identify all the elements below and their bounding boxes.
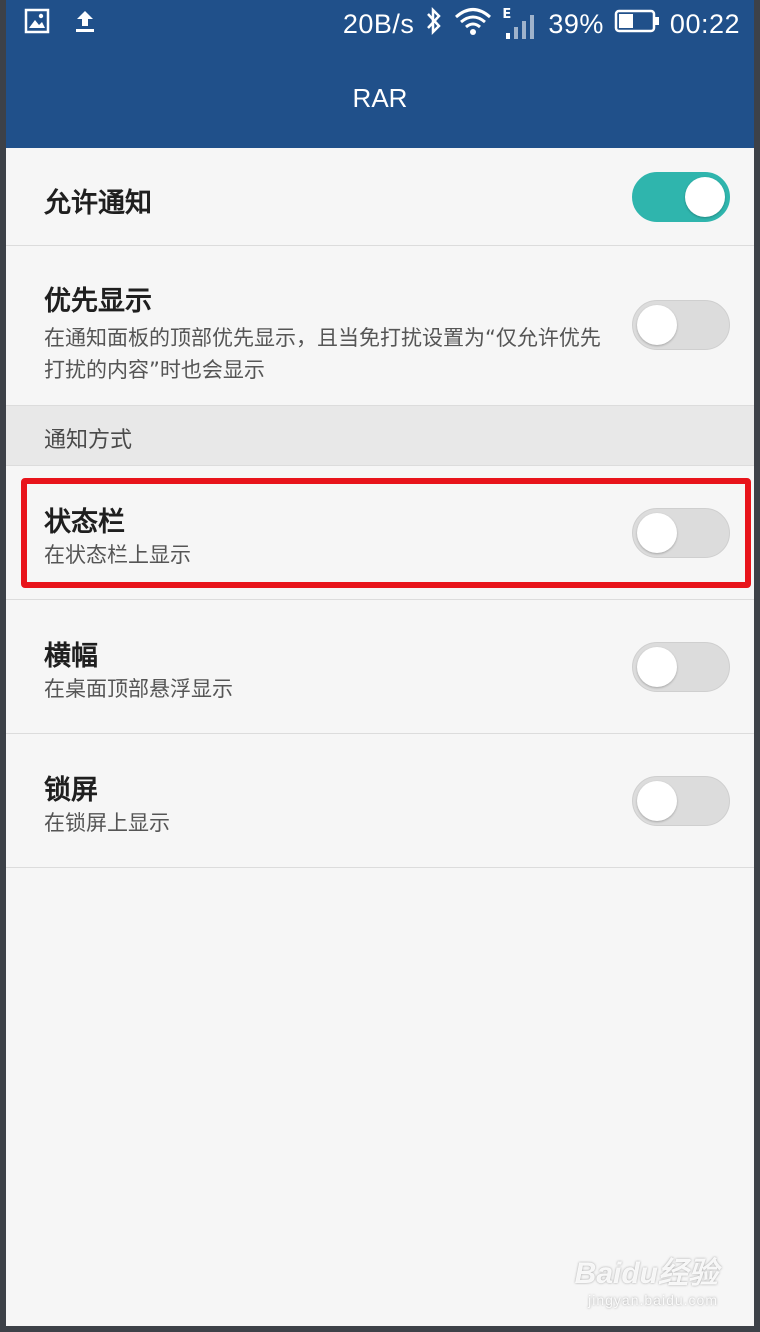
signal-icon: E — [502, 7, 538, 41]
bluetooth-icon — [424, 6, 444, 43]
lock-screen-title: 锁屏 — [44, 775, 98, 806]
lock-screen-description: 在锁屏上显示 — [44, 811, 170, 835]
app-bar: RAR — [6, 48, 754, 148]
banner-row[interactable]: 横幅 在桌面顶部悬浮显示 — [6, 600, 754, 734]
battery-percent: 39% — [548, 9, 604, 39]
toggle-knob — [637, 647, 677, 687]
phone-screen: 20B/s E 39% 00:22 RAR 允许通知 优先显示 在通知面板的顶部… — [6, 0, 754, 1326]
lock-screen-row[interactable]: 锁屏 在锁屏上显示 — [6, 734, 754, 868]
page-title: RAR — [352, 82, 408, 113]
wifi-icon — [454, 6, 492, 43]
priority-row[interactable]: 优先显示 在通知面板的顶部优先显示，且当免打扰设置为“仅允许优先打扰的内容”时也… — [6, 246, 754, 406]
clock: 00:22 — [669, 9, 740, 39]
watermark-url: jingyan.baidu.com — [588, 1292, 718, 1308]
upload-icon — [72, 8, 98, 38]
toggle-knob — [637, 781, 677, 821]
toggle-knob — [637, 305, 677, 345]
section-header-label: 通知方式 — [44, 428, 133, 453]
banner-description: 在桌面顶部悬浮显示 — [44, 677, 233, 701]
banner-toggle[interactable] — [632, 642, 730, 692]
highlight-box — [21, 478, 751, 588]
allow-notify-title: 允许通知 — [44, 188, 152, 219]
lock-screen-toggle[interactable] — [632, 776, 730, 826]
banner-title: 横幅 — [44, 641, 98, 672]
toggle-knob — [685, 177, 725, 217]
allow-notify-toggle[interactable] — [632, 172, 730, 222]
net-speed: 20B/s — [342, 9, 415, 39]
priority-title: 优先显示 — [44, 286, 152, 317]
priority-toggle[interactable] — [632, 300, 730, 350]
watermark-brand: Baidu经验 — [574, 1257, 718, 1290]
image-icon — [24, 8, 50, 38]
watermark: Baidu经验 jingyan.baidu.com — [575, 1248, 718, 1308]
section-header: 通知方式 — [6, 406, 754, 466]
priority-description: 在通知面板的顶部优先显示，且当免打扰设置为“仅允许优先打扰的内容”时也会显示 — [44, 326, 601, 382]
status-bar: 20B/s E 39% 00:22 — [6, 0, 754, 48]
allow-notify-row[interactable]: 允许通知 — [6, 148, 754, 246]
battery-icon — [614, 8, 660, 41]
